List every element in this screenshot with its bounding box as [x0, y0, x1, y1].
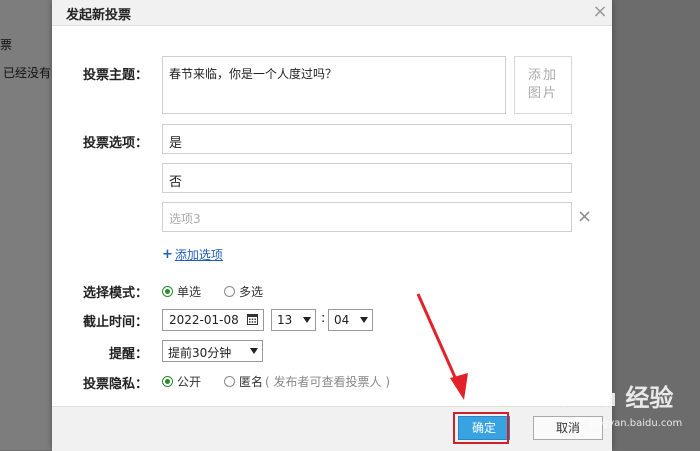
background-left-panel: 票 已经没有 [0, 0, 52, 450]
dialog-title: 发起新投票 [66, 8, 132, 23]
option-value: 否 [169, 175, 183, 190]
mode-option-label: 多选 [239, 285, 264, 299]
option-placeholder: 选项3 [169, 212, 201, 226]
add-image-label: 添加图片 [527, 68, 558, 101]
delete-option-icon[interactable]: × [577, 207, 592, 227]
background-text: 票 [0, 38, 13, 52]
topic-text: 春节来临，你是一个人度过吗？ [169, 67, 338, 81]
deadline-hour-select[interactable]: 13 [271, 309, 316, 331]
deadline-date-value: 2022-01-08 [169, 313, 239, 327]
confirm-highlight-box [453, 412, 509, 444]
reminder-select[interactable]: 提前30分钟 [162, 340, 263, 362]
dialog-header: 发起新投票 × [52, 0, 612, 26]
option-input-3[interactable]: 选项3 [162, 202, 572, 232]
radio-selected-icon [162, 286, 173, 297]
reminder-value: 提前30分钟 [168, 346, 232, 360]
calendar-icon[interactable] [247, 313, 258, 325]
close-icon[interactable]: × [590, 2, 610, 22]
option-input-1[interactable]: 是 [162, 124, 572, 154]
radio-unselected-icon [224, 376, 235, 387]
plus-icon: + [162, 247, 173, 262]
mode-single-radio[interactable]: 单选 [162, 283, 201, 300]
topic-textarea[interactable]: 春节来临，你是一个人度过吗？ [162, 56, 506, 114]
option-value: 是 [169, 136, 183, 151]
time-separator: : [321, 311, 326, 326]
mode-multiple-radio[interactable]: 多选 [224, 283, 263, 300]
deadline-label: 截止时间： [82, 315, 148, 330]
add-image-button[interactable]: 添加图片 [514, 56, 572, 114]
background-text: 已经没有 [3, 66, 52, 80]
deadline-date-input[interactable]: 2022-01-08 [162, 309, 264, 331]
deadline-hour-value: 13 [277, 313, 293, 327]
reminder-label: 提醒： [108, 347, 148, 362]
add-option-link[interactable]: + 添加选项 [162, 246, 223, 263]
watermark-brand: Baidu 经验 [540, 384, 674, 412]
option-input-2[interactable]: 否 [162, 163, 572, 193]
options-label: 投票选项： [82, 136, 148, 151]
new-poll-dialog: 发起新投票 × 投票主题： 春节来临，你是一个人度过吗？ 添加图片 投票选项： … [52, 0, 612, 451]
dropdown-arrow-icon [303, 317, 311, 323]
privacy-note: ( 发布者可查看投票人 ) [265, 375, 391, 389]
mode-label: 选择模式： [82, 286, 148, 301]
deadline-minute-value: 04 [334, 313, 350, 327]
privacy-anonymous-radio[interactable]: 匿名 ( 发布者可查看投票人 ) [224, 373, 390, 390]
add-option-label: 添加选项 [174, 248, 223, 262]
watermark-url: jingyan.baidu.com [590, 418, 683, 429]
mode-option-label: 单选 [177, 285, 202, 299]
deadline-minute-select[interactable]: 04 [328, 309, 373, 331]
privacy-option-label: 匿名 [239, 375, 264, 389]
radio-unselected-icon [224, 286, 235, 297]
topic-label: 投票主题： [82, 68, 148, 83]
dialog-footer [52, 406, 612, 451]
privacy-label: 投票隐私： [82, 377, 148, 392]
dropdown-arrow-icon [250, 348, 258, 354]
radio-selected-icon [162, 376, 173, 387]
privacy-public-radio[interactable]: 公开 [162, 373, 201, 390]
privacy-option-label: 公开 [177, 375, 202, 389]
dropdown-arrow-icon [360, 317, 368, 323]
